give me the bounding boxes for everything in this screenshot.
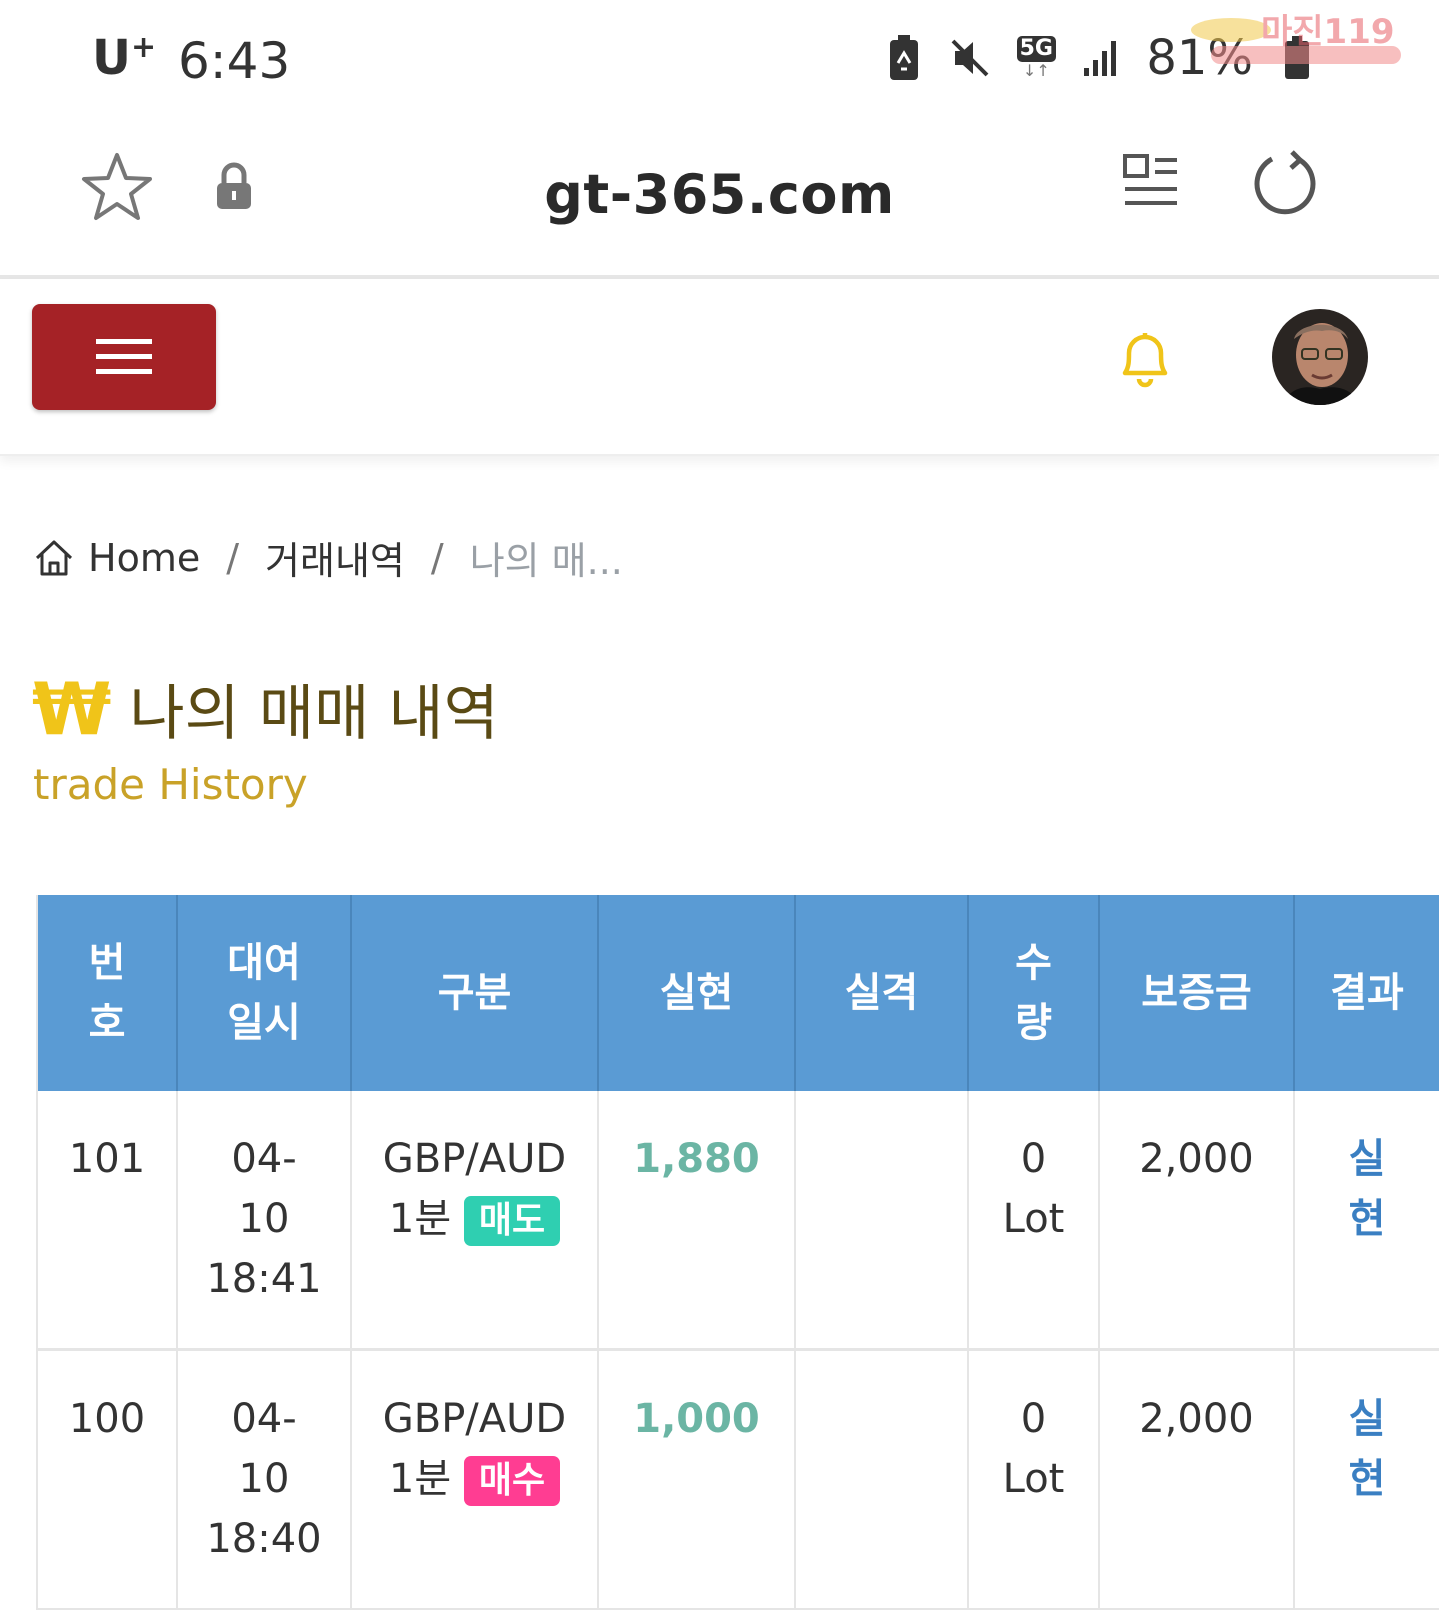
header-result: 결과 <box>1294 895 1439 1091</box>
breadcrumb: Home / 거래내역 / 나의 매... <box>34 530 623 585</box>
cell-qty: 0 <box>1020 1136 1047 1182</box>
cell-unit: Lot <box>1002 1196 1065 1242</box>
watermark-logo: 마진119 <box>1171 8 1411 68</box>
cell-time: 18:40 <box>206 1516 322 1562</box>
sell-badge: 매도 <box>463 1196 561 1246</box>
table-header-row: 번호 대여일시 구분 실현 실격 수량 보증금 결과 <box>36 895 1439 1091</box>
cell-disqualified <box>795 1349 969 1610</box>
header-type: 구분 <box>351 895 599 1091</box>
won-icon: ₩ <box>32 666 112 751</box>
cell-result[interactable]: 실현 <box>1294 1091 1439 1351</box>
breadcrumb-separator: / <box>226 535 240 580</box>
header-disqualified: 실격 <box>795 895 969 1091</box>
home-icon[interactable] <box>34 539 74 577</box>
cell-date: 04-10 <box>231 1396 297 1502</box>
status-bar: U+ 6:43 5G ↓↑ 81% 마진119 <box>0 0 1439 125</box>
cell-type: GBP/AUD 1분 매도 <box>351 1091 599 1351</box>
trade-history-table: 번호 대여일시 구분 실현 실격 수량 보증금 결과 101 04-10 18:… <box>36 895 1439 1610</box>
svg-text:마진119: 마진119 <box>1261 12 1395 52</box>
cell-period: 1분 <box>388 1456 452 1502</box>
browser-toolbar: gt-365.com <box>0 125 1439 279</box>
battery-saver-icon <box>882 33 926 83</box>
cell-no: 101 <box>36 1091 178 1351</box>
cell-qty: 0 <box>1020 1396 1047 1442</box>
network-5g-icon: 5G ↓↑ <box>1014 33 1058 83</box>
hamburger-icon <box>96 339 152 374</box>
cell-quantity: 0 Lot <box>968 1349 1100 1610</box>
cell-pair: GBP/AUD <box>382 1396 567 1442</box>
cell-no: 100 <box>36 1349 178 1610</box>
header-quantity: 수량 <box>968 895 1100 1091</box>
url-text[interactable]: gt-365.com <box>0 163 1439 226</box>
cell-datetime: 04-10 18:40 <box>177 1349 352 1610</box>
cell-type: GBP/AUD 1분 매수 <box>351 1349 599 1610</box>
header-date: 대여일시 <box>177 895 352 1091</box>
app-header <box>0 279 1439 456</box>
refresh-icon[interactable] <box>1250 149 1320 219</box>
signal-icon <box>1080 33 1124 83</box>
breadcrumb-separator: / <box>430 535 444 580</box>
carrier-label: U+ <box>92 30 157 86</box>
header-deposit: 보증금 <box>1099 895 1295 1091</box>
cell-period: 1분 <box>388 1196 452 1242</box>
cell-pair: GBP/AUD <box>382 1136 567 1182</box>
cell-disqualified <box>795 1091 969 1351</box>
header-realized: 실현 <box>598 895 796 1091</box>
reader-mode-icon[interactable] <box>1122 153 1180 215</box>
page-title: ₩ 나의 매매 내역 <box>32 665 499 752</box>
cell-datetime: 04-10 18:41 <box>177 1091 352 1351</box>
breadcrumb-home[interactable]: Home <box>88 536 200 580</box>
cell-unit: Lot <box>1002 1456 1065 1502</box>
table-row[interactable]: 101 04-10 18:41 GBP/AUD 1분 매도 1,880 0 Lo… <box>36 1091 1439 1351</box>
notification-bell-icon[interactable] <box>1115 327 1175 395</box>
cell-date: 04-10 <box>231 1136 297 1242</box>
page-subtitle: trade History <box>33 760 308 809</box>
table-row[interactable]: 100 04-10 18:40 GBP/AUD 1분 매수 1,000 0 Lo… <box>36 1349 1439 1610</box>
status-time: 6:43 <box>178 32 291 90</box>
menu-button[interactable] <box>32 304 216 410</box>
header-no: 번호 <box>36 895 178 1091</box>
mute-icon <box>948 33 992 83</box>
user-avatar[interactable] <box>1272 309 1368 405</box>
cell-realized: 1,000 <box>598 1349 796 1610</box>
cell-deposit: 2,000 <box>1099 1091 1295 1351</box>
breadcrumb-current: 나의 매... <box>469 539 623 583</box>
cell-result[interactable]: 실현 <box>1294 1349 1439 1610</box>
cell-realized: 1,880 <box>598 1091 796 1351</box>
cell-deposit: 2,000 <box>1099 1349 1295 1610</box>
breadcrumb-trade-history[interactable]: 거래내역 <box>265 530 405 585</box>
cell-quantity: 0 Lot <box>968 1091 1100 1351</box>
buy-badge: 매수 <box>463 1456 561 1506</box>
page-title-text: 나의 매매 내역 <box>129 679 499 749</box>
cell-time: 18:41 <box>206 1256 322 1302</box>
